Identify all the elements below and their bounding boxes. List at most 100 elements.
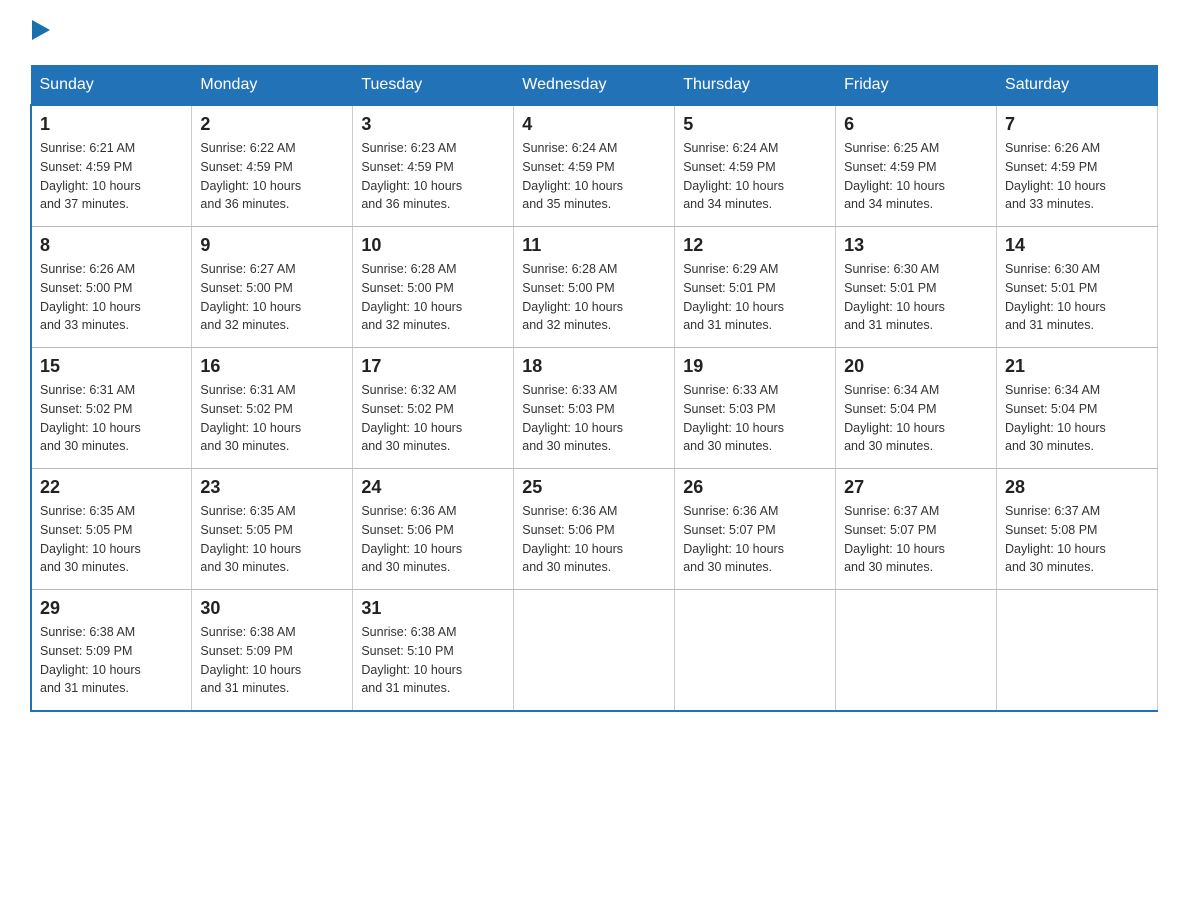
table-row: 9 Sunrise: 6:27 AMSunset: 5:00 PMDaylight… xyxy=(192,227,353,348)
table-row: 11 Sunrise: 6:28 AMSunset: 5:00 PMDayligh… xyxy=(514,227,675,348)
day-info: Sunrise: 6:30 AMSunset: 5:01 PMDaylight:… xyxy=(1005,260,1149,335)
calendar-week-row: 29 Sunrise: 6:38 AMSunset: 5:09 PMDayligh… xyxy=(31,590,1158,712)
day-info: Sunrise: 6:31 AMSunset: 5:02 PMDaylight:… xyxy=(200,381,344,456)
day-number: 8 xyxy=(40,235,183,256)
table-row: 4 Sunrise: 6:24 AMSunset: 4:59 PMDaylight… xyxy=(514,105,675,227)
day-info: Sunrise: 6:34 AMSunset: 5:04 PMDaylight:… xyxy=(844,381,988,456)
table-row: 29 Sunrise: 6:38 AMSunset: 5:09 PMDayligh… xyxy=(31,590,192,712)
table-row: 25 Sunrise: 6:36 AMSunset: 5:06 PMDayligh… xyxy=(514,469,675,590)
day-info: Sunrise: 6:26 AMSunset: 5:00 PMDaylight:… xyxy=(40,260,183,335)
day-number: 24 xyxy=(361,477,505,498)
calendar-week-row: 22 Sunrise: 6:35 AMSunset: 5:05 PMDayligh… xyxy=(31,469,1158,590)
day-info: Sunrise: 6:35 AMSunset: 5:05 PMDaylight:… xyxy=(200,502,344,577)
table-row: 6 Sunrise: 6:25 AMSunset: 4:59 PMDaylight… xyxy=(836,105,997,227)
table-row: 8 Sunrise: 6:26 AMSunset: 5:00 PMDaylight… xyxy=(31,227,192,348)
day-number: 20 xyxy=(844,356,988,377)
table-row xyxy=(514,590,675,712)
day-info: Sunrise: 6:28 AMSunset: 5:00 PMDaylight:… xyxy=(522,260,666,335)
day-number: 4 xyxy=(522,114,666,135)
day-number: 2 xyxy=(200,114,344,135)
day-number: 7 xyxy=(1005,114,1149,135)
page-header xyxy=(30,20,1158,45)
day-info: Sunrise: 6:34 AMSunset: 5:04 PMDaylight:… xyxy=(1005,381,1149,456)
day-info: Sunrise: 6:31 AMSunset: 5:02 PMDaylight:… xyxy=(40,381,183,456)
day-info: Sunrise: 6:28 AMSunset: 5:00 PMDaylight:… xyxy=(361,260,505,335)
day-number: 25 xyxy=(522,477,666,498)
day-info: Sunrise: 6:38 AMSunset: 5:10 PMDaylight:… xyxy=(361,623,505,698)
day-info: Sunrise: 6:38 AMSunset: 5:09 PMDaylight:… xyxy=(40,623,183,698)
table-row: 27 Sunrise: 6:37 AMSunset: 5:07 PMDayligh… xyxy=(836,469,997,590)
day-number: 13 xyxy=(844,235,988,256)
day-number: 26 xyxy=(683,477,827,498)
day-number: 11 xyxy=(522,235,666,256)
table-row: 15 Sunrise: 6:31 AMSunset: 5:02 PMDayligh… xyxy=(31,348,192,469)
day-number: 22 xyxy=(40,477,183,498)
day-number: 5 xyxy=(683,114,827,135)
table-row: 23 Sunrise: 6:35 AMSunset: 5:05 PMDayligh… xyxy=(192,469,353,590)
table-row: 21Sunrise: 6:34 AMSunset: 5:04 PMDayligh… xyxy=(997,348,1158,469)
day-info: Sunrise: 6:27 AMSunset: 5:00 PMDaylight:… xyxy=(200,260,344,335)
table-row: 16Sunrise: 6:31 AMSunset: 5:02 PMDayligh… xyxy=(192,348,353,469)
day-number: 3 xyxy=(361,114,505,135)
day-info: Sunrise: 6:33 AMSunset: 5:03 PMDaylight:… xyxy=(522,381,666,456)
header-sunday: Sunday xyxy=(31,66,192,106)
day-number: 6 xyxy=(844,114,988,135)
day-number: 17 xyxy=(361,356,505,377)
table-row: 28 Sunrise: 6:37 AMSunset: 5:08 PMDayligh… xyxy=(997,469,1158,590)
day-number: 9 xyxy=(200,235,344,256)
header-wednesday: Wednesday xyxy=(514,66,675,106)
day-info: Sunrise: 6:32 AMSunset: 5:02 PMDaylight:… xyxy=(361,381,505,456)
table-row: 18 Sunrise: 6:33 AMSunset: 5:03 PMDayligh… xyxy=(514,348,675,469)
day-info: Sunrise: 6:36 AMSunset: 5:06 PMDaylight:… xyxy=(522,502,666,577)
calendar-week-row: 8 Sunrise: 6:26 AMSunset: 5:00 PMDaylight… xyxy=(31,227,1158,348)
table-row xyxy=(997,590,1158,712)
day-number: 10 xyxy=(361,235,505,256)
table-row: 14 Sunrise: 6:30 AMSunset: 5:01 PMDayligh… xyxy=(997,227,1158,348)
day-info: Sunrise: 6:24 AMSunset: 4:59 PMDaylight:… xyxy=(522,139,666,214)
day-number: 23 xyxy=(200,477,344,498)
day-number: 19 xyxy=(683,356,827,377)
day-info: Sunrise: 6:36 AMSunset: 5:07 PMDaylight:… xyxy=(683,502,827,577)
day-info: Sunrise: 6:35 AMSunset: 5:05 PMDaylight:… xyxy=(40,502,183,577)
table-row xyxy=(675,590,836,712)
day-info: Sunrise: 6:37 AMSunset: 5:08 PMDaylight:… xyxy=(1005,502,1149,577)
day-number: 28 xyxy=(1005,477,1149,498)
day-info: Sunrise: 6:21 AMSunset: 4:59 PMDaylight:… xyxy=(40,139,183,214)
day-info: Sunrise: 6:37 AMSunset: 5:07 PMDaylight:… xyxy=(844,502,988,577)
table-row: 22 Sunrise: 6:35 AMSunset: 5:05 PMDayligh… xyxy=(31,469,192,590)
table-row: 17 Sunrise: 6:32 AMSunset: 5:02 PMDayligh… xyxy=(353,348,514,469)
day-info: Sunrise: 6:23 AMSunset: 4:59 PMDaylight:… xyxy=(361,139,505,214)
calendar-week-row: 1Sunrise: 6:21 AMSunset: 4:59 PMDaylight… xyxy=(31,105,1158,227)
table-row: 26 Sunrise: 6:36 AMSunset: 5:07 PMDayligh… xyxy=(675,469,836,590)
calendar-week-row: 15 Sunrise: 6:31 AMSunset: 5:02 PMDayligh… xyxy=(31,348,1158,469)
day-number: 27 xyxy=(844,477,988,498)
calendar-table: Sunday Monday Tuesday Wednesday Thursday… xyxy=(30,65,1158,712)
day-number: 15 xyxy=(40,356,183,377)
table-row: 5 Sunrise: 6:24 AMSunset: 4:59 PMDaylight… xyxy=(675,105,836,227)
day-number: 31 xyxy=(361,598,505,619)
header-thursday: Thursday xyxy=(675,66,836,106)
day-info: Sunrise: 6:36 AMSunset: 5:06 PMDaylight:… xyxy=(361,502,505,577)
table-row xyxy=(836,590,997,712)
table-row: 31 Sunrise: 6:38 AMSunset: 5:10 PMDayligh… xyxy=(353,590,514,712)
day-info: Sunrise: 6:26 AMSunset: 4:59 PMDaylight:… xyxy=(1005,139,1149,214)
day-number: 12 xyxy=(683,235,827,256)
day-number: 14 xyxy=(1005,235,1149,256)
day-number: 30 xyxy=(200,598,344,619)
day-info: Sunrise: 6:24 AMSunset: 4:59 PMDaylight:… xyxy=(683,139,827,214)
table-row: 12 Sunrise: 6:29 AMSunset: 5:01 PMDayligh… xyxy=(675,227,836,348)
table-row: 24 Sunrise: 6:36 AMSunset: 5:06 PMDayligh… xyxy=(353,469,514,590)
day-number: 29 xyxy=(40,598,183,619)
day-info: Sunrise: 6:22 AMSunset: 4:59 PMDaylight:… xyxy=(200,139,344,214)
day-info: Sunrise: 6:29 AMSunset: 5:01 PMDaylight:… xyxy=(683,260,827,335)
table-row: 13 Sunrise: 6:30 AMSunset: 5:01 PMDayligh… xyxy=(836,227,997,348)
table-row: 1Sunrise: 6:21 AMSunset: 4:59 PMDaylight… xyxy=(31,105,192,227)
table-row: 10 Sunrise: 6:28 AMSunset: 5:00 PMDayligh… xyxy=(353,227,514,348)
day-info: Sunrise: 6:30 AMSunset: 5:01 PMDaylight:… xyxy=(844,260,988,335)
table-row: 20 Sunrise: 6:34 AMSunset: 5:04 PMDayligh… xyxy=(836,348,997,469)
day-info: Sunrise: 6:25 AMSunset: 4:59 PMDaylight:… xyxy=(844,139,988,214)
day-number: 18 xyxy=(522,356,666,377)
header-tuesday: Tuesday xyxy=(353,66,514,106)
header-saturday: Saturday xyxy=(997,66,1158,106)
logo-triangle-icon xyxy=(32,20,50,40)
